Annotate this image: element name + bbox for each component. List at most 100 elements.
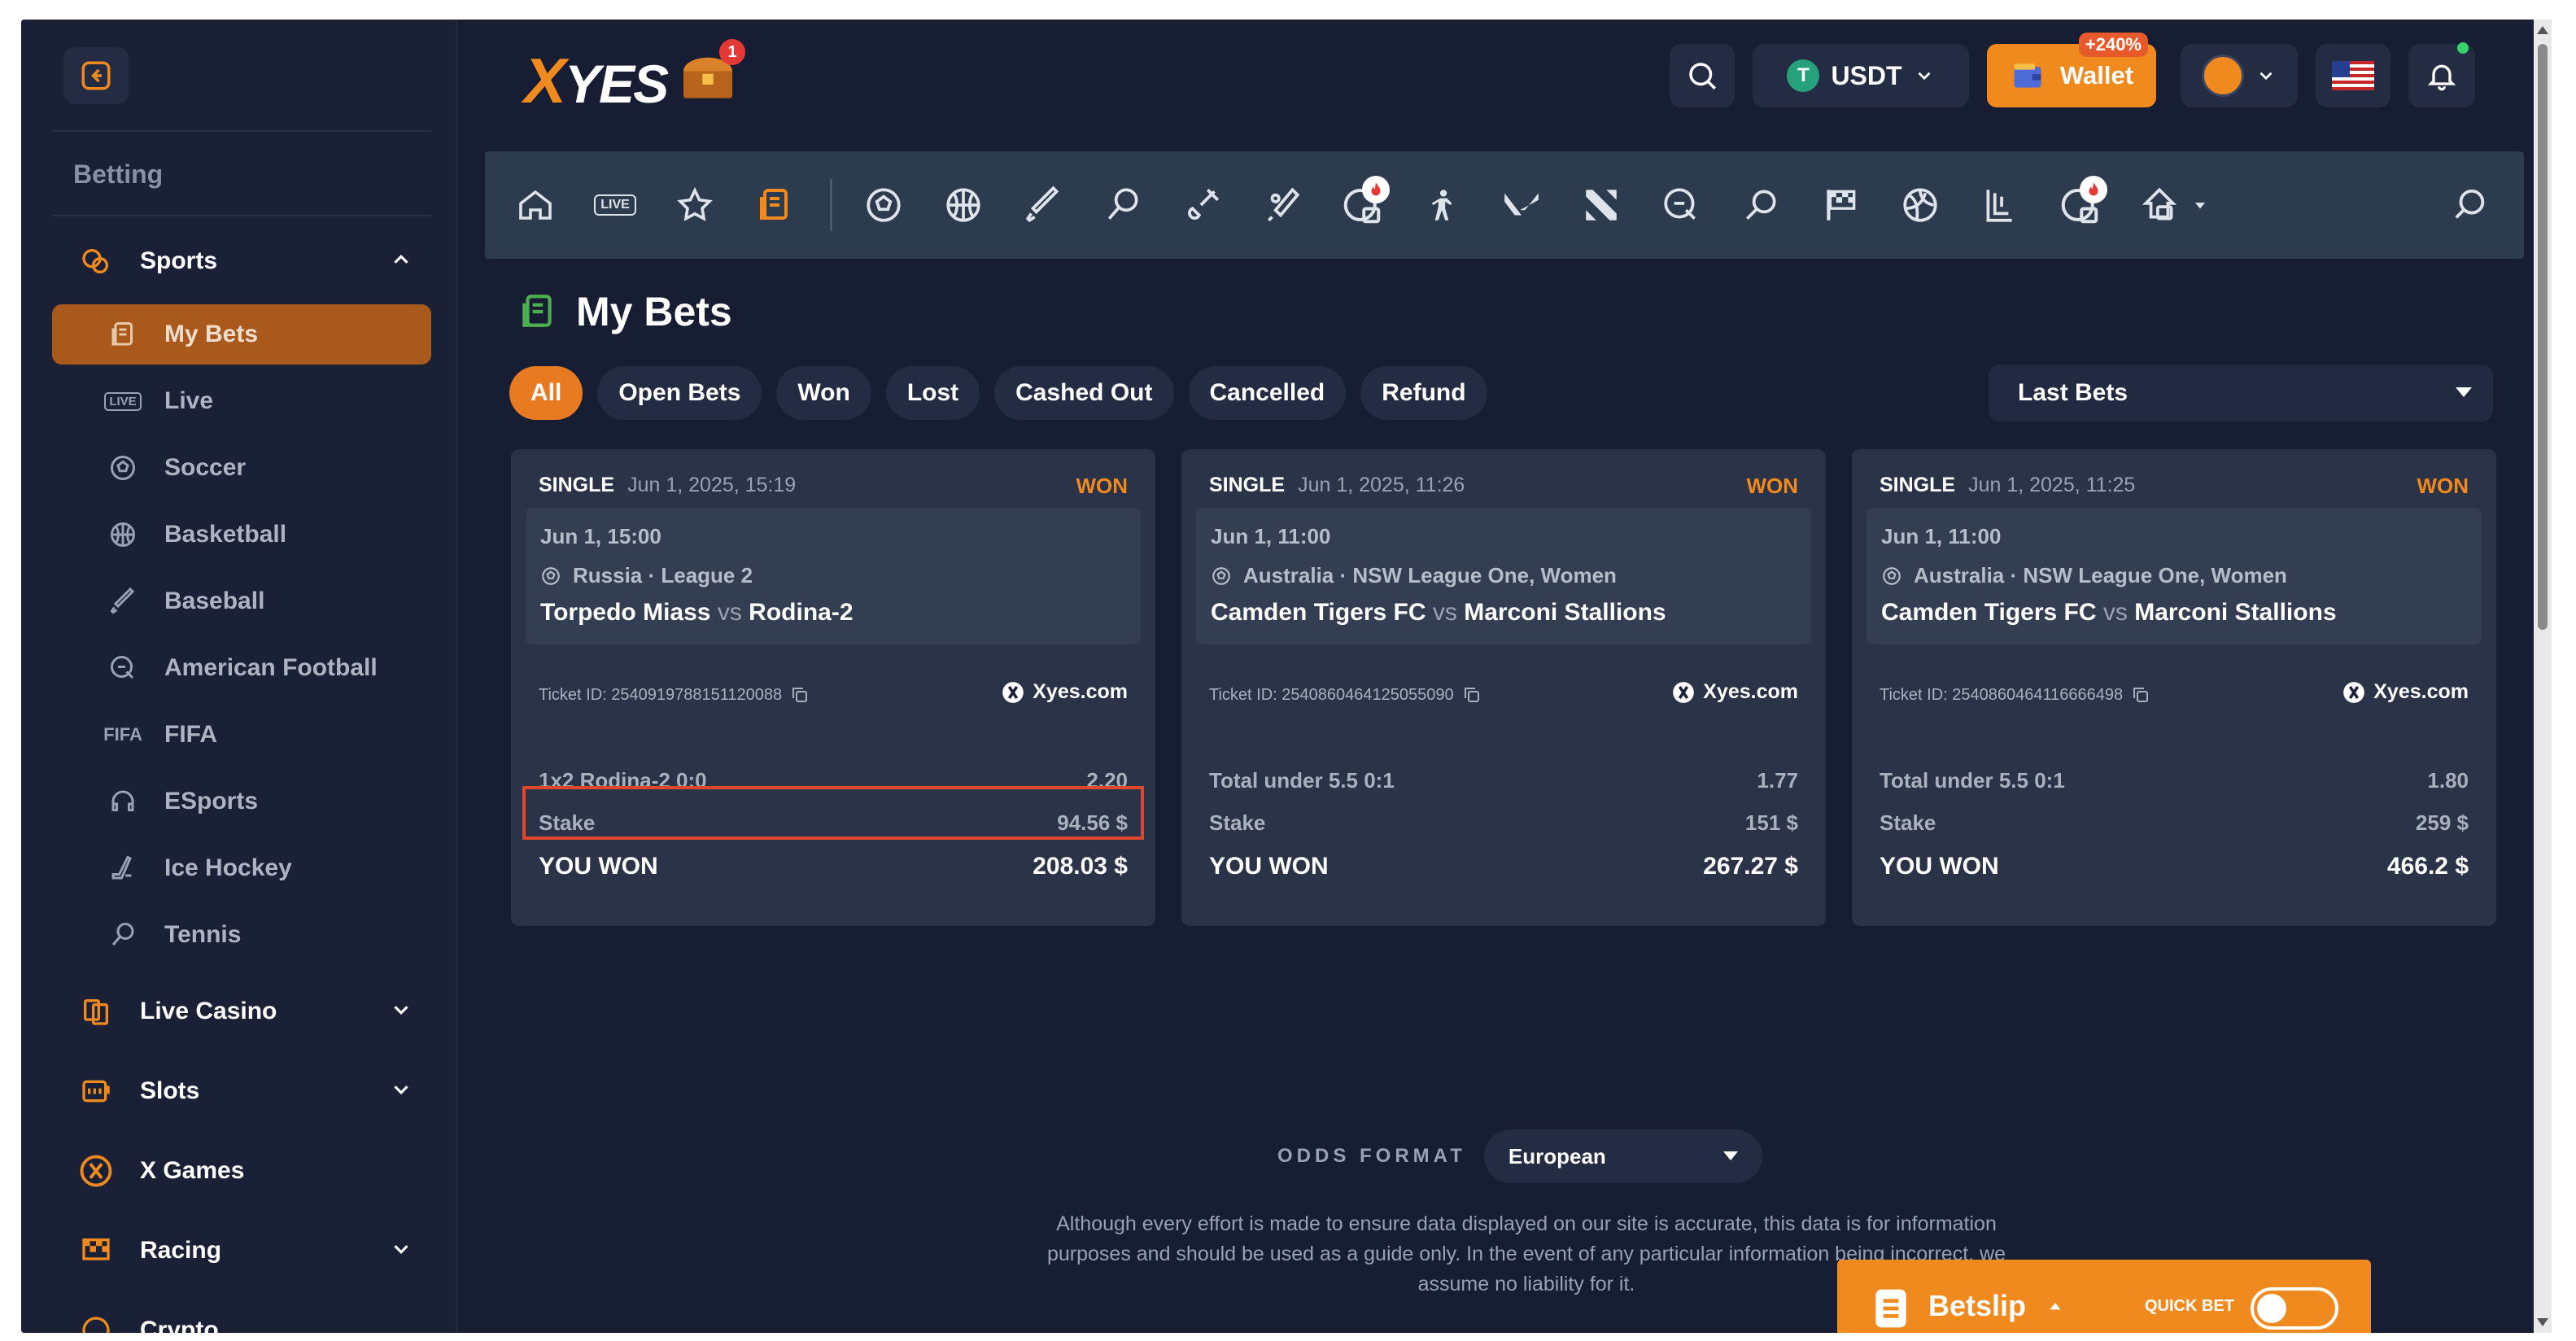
nav-my-bets[interactable]	[750, 181, 799, 229]
sidebar-heading: Betting	[73, 159, 164, 189]
betslip-bar[interactable]: Betslip QUICK BET	[1837, 1260, 2371, 1333]
page-title: My Bets	[576, 289, 732, 334]
nav-more-dropdown[interactable]	[2185, 181, 2215, 229]
scrollbar-thumb[interactable]	[2538, 44, 2548, 630]
profile-menu-button[interactable]	[2181, 44, 2298, 107]
site-logo[interactable]: XYES	[524, 44, 669, 118]
event-teams: Camden Tigers FC vs Marconi Stallions	[1881, 599, 2337, 626]
brand-label: Xyes.com	[1672, 680, 1798, 704]
nav-valorant[interactable]	[1497, 181, 1546, 229]
nav-dota[interactable]	[1577, 181, 1626, 229]
sidebar-item-tennis[interactable]: Tennis	[52, 905, 431, 965]
nav-search[interactable]	[2446, 181, 2495, 229]
bet-event[interactable]: Jun 1, 11:00 Australia · NSW League One,…	[1196, 508, 1811, 644]
sidebar-group-x-games[interactable]: X Games	[52, 1142, 431, 1199]
sidebar-group-sports[interactable]: Sports	[52, 233, 431, 290]
language-selector[interactable]	[2316, 44, 2390, 107]
nav-fifa[interactable]	[2055, 176, 2107, 229]
nav-hockey[interactable]	[2135, 181, 2184, 229]
page-scrollbar[interactable]	[2534, 20, 2552, 1333]
event-time: Jun 1, 11:00	[1211, 524, 1331, 548]
filter-cashed-out[interactable]: Cashed Out	[994, 366, 1174, 420]
nav-basketball[interactable]	[939, 181, 988, 229]
filter-refund[interactable]: Refund	[1360, 366, 1487, 420]
quick-bet-toggle[interactable]	[2251, 1287, 2338, 1330]
currency-selector[interactable]: T USDT	[1753, 44, 1969, 107]
bet-card[interactable]: SINGLE Jun 1, 2025, 11:26 WON Jun 1, 11:…	[1181, 449, 1826, 926]
hockey-icon	[2142, 187, 2177, 221]
nav-counter-strike[interactable]	[1417, 181, 1466, 229]
sidebar-item-label: FIFA	[164, 721, 217, 748]
sidebar-item-label: Basketball	[164, 521, 287, 548]
sidebar-item-basketball[interactable]: Basketball	[52, 505, 431, 565]
caret-down-icon	[2195, 203, 2205, 209]
sidebar-group-racing[interactable]: Racing	[52, 1222, 431, 1279]
sidebar-item-soccer[interactable]: Soccer	[52, 438, 431, 498]
selection-row: Total under 5.5 0:1 1.77	[1209, 768, 1798, 793]
copy-icon[interactable]	[790, 685, 810, 705]
table-tennis-icon	[1746, 190, 1776, 220]
sidebar-item-american-football[interactable]: American Football	[52, 638, 431, 698]
selection-row: Total under 5.5 0:1 1.80	[1880, 768, 2469, 793]
nav-baseball[interactable]	[1019, 181, 1068, 229]
scroll-down-arrow-icon[interactable]	[2537, 1318, 2548, 1326]
sidebar-item-my-bets[interactable]: My Bets	[52, 304, 431, 365]
odds-format-label: ODDS FORMAT	[1277, 1145, 1466, 1167]
american-football-icon	[1664, 188, 1696, 220]
wallet-button[interactable]: Wallet +240%	[1987, 33, 2156, 107]
scroll-up-arrow-icon[interactable]	[2537, 26, 2548, 34]
filter-lost[interactable]: Lost	[885, 366, 980, 420]
collapse-sidebar-button[interactable]	[63, 47, 129, 104]
stake-row: Stake 151 $	[1209, 810, 1798, 835]
nav-tennis[interactable]	[1098, 181, 1147, 229]
sidebar-item-live[interactable]: LIVE Live	[52, 371, 431, 431]
event-league: Australia · NSW League One, Women	[1881, 563, 2287, 588]
sidebar-item-esports[interactable]: ESports	[52, 771, 431, 832]
caret-up-icon	[2050, 1303, 2061, 1310]
nav-racing[interactable]	[1816, 181, 1865, 229]
odds-format-select[interactable]: European	[1483, 1129, 1762, 1183]
nav-live[interactable]: LIVE	[591, 181, 640, 229]
nav-favorites[interactable]	[670, 181, 719, 229]
sidebar-group-crypto[interactable]: Crypto	[52, 1302, 431, 1333]
bet-card[interactable]: SINGLE Jun 1, 2025, 15:19 WON Jun 1, 15:…	[511, 449, 1155, 926]
nav-table-tennis[interactable]	[1736, 181, 1785, 229]
nav-home[interactable]	[511, 181, 560, 229]
ticket-id: Ticket ID: 2540860464116666498	[1880, 685, 2150, 705]
nav-lol[interactable]	[1976, 181, 2024, 229]
filter-won[interactable]: Won	[776, 366, 871, 420]
nav-badminton[interactable]	[1178, 181, 1227, 229]
us-flag-icon	[2332, 61, 2374, 90]
treasure-chest-button[interactable]: 1	[675, 39, 745, 109]
sidebar-item-fifa[interactable]: FIFA FIFA	[52, 705, 431, 765]
nav-volleyball[interactable]	[1896, 181, 1945, 229]
betslip-label: Betslip	[1928, 1289, 2027, 1322]
sidebar-group-live-casino[interactable]: Live Casino	[52, 983, 431, 1040]
copy-icon[interactable]	[2131, 685, 2150, 705]
nav-soccer[interactable]	[859, 181, 908, 229]
search-button[interactable]	[1670, 44, 1735, 107]
nav-world-cup[interactable]	[1338, 176, 1390, 229]
filter-cancelled[interactable]: Cancelled	[1188, 366, 1347, 420]
filter-open-bets[interactable]: Open Bets	[597, 366, 762, 420]
sidebar-item-label: Ice Hockey	[164, 854, 292, 881]
nav-american-football[interactable]	[1657, 181, 1705, 229]
tennis-racket-icon	[104, 916, 142, 954]
sidebar-item-ice-hockey[interactable]: Ice Hockey	[52, 838, 431, 898]
sort-dropdown[interactable]: Last Bets	[1989, 365, 2493, 422]
arrow-left-box-icon	[81, 61, 111, 90]
event-teams: Torpedo Miass vs Rodina-2	[540, 599, 854, 626]
notifications-button[interactable]	[2408, 42, 2475, 107]
search-icon	[1689, 63, 1716, 90]
xyes-logo-icon	[1002, 681, 1024, 703]
sidebar-group-slots[interactable]: Slots	[52, 1063, 431, 1120]
sidebar-item-baseball[interactable]: Baseball	[52, 571, 431, 631]
bet-event[interactable]: Jun 1, 11:00 Australia · NSW League One,…	[1867, 508, 2482, 644]
filter-all[interactable]: All	[509, 366, 583, 420]
copy-icon[interactable]	[1462, 685, 1482, 705]
bet-event[interactable]: Jun 1, 15:00 Russia · League 2 Torpedo M…	[526, 508, 1141, 644]
racing-flag-icon	[1827, 190, 1856, 221]
nav-cricket[interactable]	[1258, 181, 1307, 229]
bet-card[interactable]: SINGLE Jun 1, 2025, 11:25 WON Jun 1, 11:…	[1852, 449, 2496, 926]
app-frame: Betting Sports My Bets LIVE Live Soccer …	[21, 20, 2552, 1333]
